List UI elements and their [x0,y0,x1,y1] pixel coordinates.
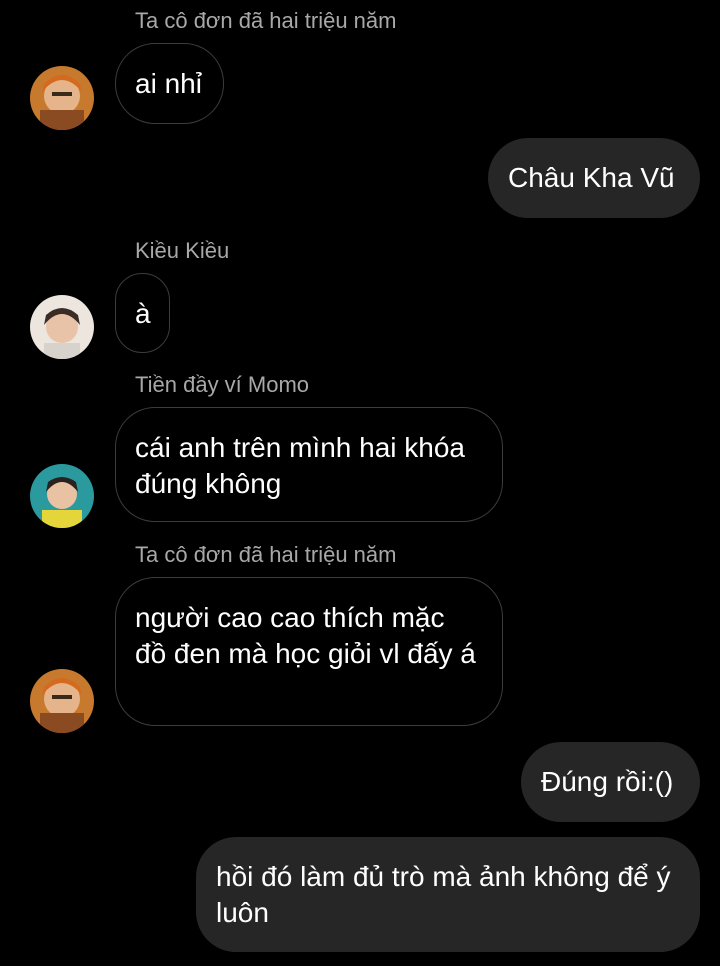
message-bubble[interactable]: Đúng rồi:() [521,742,700,822]
sender-name: Kiều Kiều [135,238,230,263]
message-bubble[interactable]: Châu Kha Vũ [488,138,700,218]
user-avatar[interactable] [30,66,94,130]
sender-name: Tiền đầy ví Momo [135,372,310,397]
sender-name: Ta cô đơn đã hai triệu năm [135,8,397,33]
message-bubble[interactable]: hồi đó làm đủ trò mà ảnh không để ý luôn [196,837,700,952]
message-bubble[interactable]: cái anh trên mình hai khóa đúng không [115,407,503,522]
user-avatar[interactable] [30,669,94,733]
user-avatar[interactable] [30,295,94,359]
sender-name: Ta cô đơn đã hai triệu năm [135,542,397,567]
message-bubble[interactable]: người cao cao thích mặc đồ đen mà học gi… [115,577,503,726]
message-bubble[interactable]: à [115,273,170,353]
message-bubble[interactable]: ai nhỉ [115,43,224,124]
user-avatar[interactable] [30,464,94,528]
